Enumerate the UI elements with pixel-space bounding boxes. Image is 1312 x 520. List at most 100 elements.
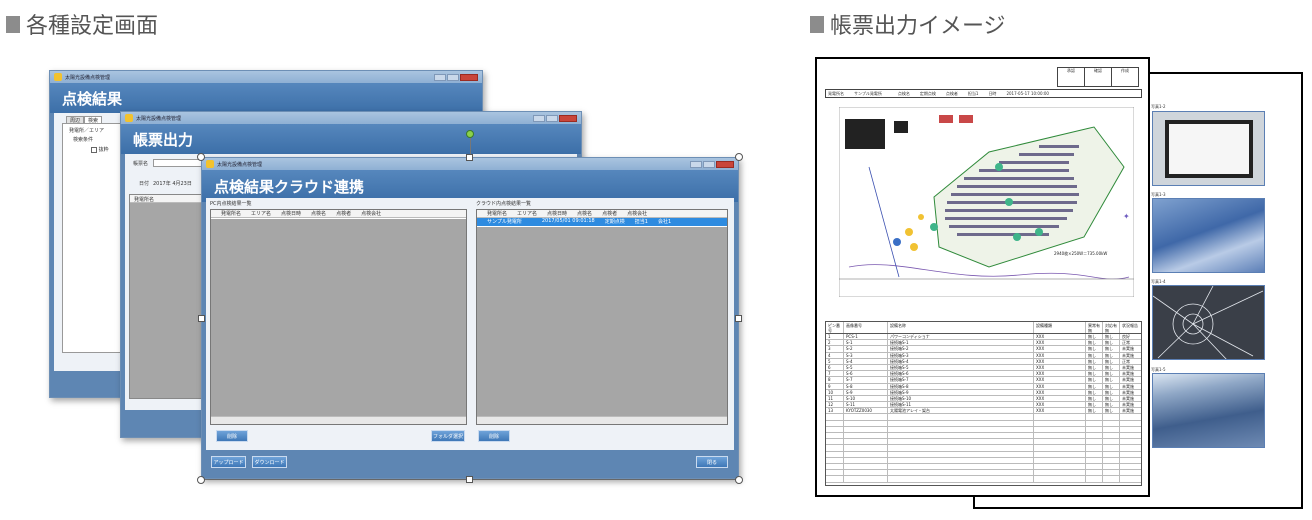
maximize-button[interactable] — [546, 114, 558, 122]
resize-handle[interactable] — [197, 153, 205, 161]
folder-select-button[interactable]: フォルダ選択 — [431, 430, 465, 442]
resize-handle[interactable] — [466, 154, 473, 161]
row-datetime: 2017/05/01 09:01:18 — [541, 218, 595, 224]
cell-status — [1120, 439, 1141, 444]
col-plant: 発電所名 — [221, 211, 242, 217]
close-window-button[interactable] — [559, 114, 577, 122]
cloud-results-table[interactable]: 発電所名 エリア名 点検日時 点検名 点検者 点検会社 サンプル発電所 2017… — [476, 209, 728, 425]
resize-handle[interactable] — [198, 315, 205, 322]
pc-results-table[interactable]: 発電所名 エリア名 点検日時 点検名 点検者 点検会社 — [210, 209, 467, 425]
cell-type: XXX — [1034, 377, 1086, 383]
cell-status — [1120, 464, 1141, 469]
minimize-button[interactable] — [533, 114, 545, 122]
cloud-sync-window: 太陽光設備点検管理 点検結果クラウド連携 PC内点検結果一覧 発電所名 エリア名… — [201, 157, 739, 479]
cell-image — [844, 420, 888, 426]
extract-checkbox[interactable]: 抜粋 — [91, 146, 109, 153]
photo-solar-panel — [1152, 198, 1265, 273]
resize-handle[interactable] — [466, 476, 473, 483]
cell-image — [844, 451, 888, 457]
info-date-label: 日時 — [988, 91, 997, 96]
cell-abnormal: 無し — [1086, 352, 1103, 358]
resize-handle[interactable] — [735, 153, 743, 161]
maximize-button[interactable] — [703, 160, 715, 168]
cell-action: 無し — [1103, 371, 1120, 377]
th-type: 設備種類 — [1034, 322, 1086, 333]
plant-list-header: 発電所名 — [130, 195, 208, 203]
info-date-value: 2017-05-17 10:00:00 — [1006, 91, 1049, 96]
cell-equipment — [888, 445, 1034, 451]
cell-abnormal: 無し — [1086, 402, 1103, 408]
cell-pin — [826, 457, 844, 463]
cell-equipment: 太陽電池アレイ・架台 — [888, 408, 1034, 414]
cell-pin — [826, 470, 844, 476]
resize-handle[interactable] — [735, 476, 743, 484]
app-icon — [125, 114, 133, 122]
cell-action: 無し — [1103, 395, 1120, 402]
cell-pin — [826, 433, 844, 439]
window-controls — [533, 114, 577, 122]
plant-list[interactable]: 発電所名 — [129, 194, 209, 399]
info-plant-value: サンプル発電所 — [854, 91, 882, 96]
minimize-button[interactable] — [690, 160, 702, 168]
download-button[interactable]: ダウンロード — [252, 456, 287, 468]
cell-status: 正常 — [1122, 358, 1130, 364]
cell-pin: 13 — [826, 408, 844, 414]
cloud-delete-button[interactable]: 削除 — [478, 430, 510, 442]
cell-image — [844, 426, 888, 432]
cell-pin — [826, 445, 844, 451]
resize-handle[interactable] — [735, 315, 742, 322]
cell-image: S-5 — [844, 364, 888, 371]
cell-image: S-4 — [844, 358, 888, 364]
cell-pin: 1 — [826, 334, 844, 340]
cell-status: 未実施 — [1122, 364, 1134, 370]
cell-type — [1034, 439, 1086, 445]
cell-abnormal — [1086, 414, 1103, 420]
close-window-button[interactable] — [460, 73, 478, 81]
cell-pin: 10 — [826, 389, 844, 395]
row-inspector: 担当1 — [634, 219, 648, 225]
window-title: 太陽光設備点検管理 — [65, 74, 111, 81]
cell-type: XXX — [1034, 395, 1086, 402]
cell-image: S-6 — [844, 371, 888, 377]
info-inspection-value: 定期点検 — [919, 91, 936, 96]
cell-image — [844, 463, 888, 470]
row-inspection: 定期点検 — [604, 219, 625, 225]
photo-label: 写真1-2 — [1151, 104, 1166, 109]
cell-image: S-3 — [844, 352, 888, 358]
cloud-table-scrollbar[interactable] — [477, 416, 727, 424]
maximize-button[interactable] — [447, 73, 459, 81]
cell-equipment — [888, 414, 1034, 420]
info-plant-label: 発電所名 — [828, 91, 844, 96]
minimize-button[interactable] — [434, 73, 446, 81]
table-row[interactable]: サンプル発電所 2017/05/01 09:01:18 定期点検 担当1 会社1 — [477, 218, 727, 226]
cell-status — [1120, 427, 1141, 432]
close-button[interactable]: 閉る — [696, 456, 728, 468]
cell-action — [1103, 451, 1120, 457]
cell-equipment — [888, 451, 1034, 457]
cell-pin — [826, 439, 844, 445]
cell-type — [1034, 463, 1086, 470]
site-map-svg: 2940枚×250W＝735.00kW ✦ — [838, 106, 1135, 298]
report-info-row: 発電所名 サンプル発電所 点検名 定期点検 点検者 担当1 日時 2017-05… — [825, 89, 1142, 98]
cell-abnormal: 無し — [1086, 389, 1103, 395]
cell-image — [844, 414, 888, 420]
date-value[interactable]: 2017年 4月23日 — [153, 180, 192, 187]
cell-equipment: 接続箱S-5 — [888, 364, 1034, 371]
upload-button[interactable]: アップロード — [211, 456, 246, 468]
pc-table-scrollbar[interactable] — [211, 416, 466, 424]
resize-handle[interactable] — [197, 476, 205, 484]
cell-abnormal — [1086, 445, 1103, 451]
pc-delete-button[interactable]: 削除 — [216, 430, 248, 442]
close-window-button[interactable] — [716, 160, 734, 168]
approval-stamp-box: 承認 確認 作成 — [1057, 67, 1139, 87]
svg-text:✦: ✦ — [1123, 212, 1130, 221]
cell-equipment — [888, 439, 1034, 445]
date-label: 日付 — [139, 181, 150, 187]
cell-type — [1034, 426, 1086, 432]
cell-equipment: 接続箱S-10 — [888, 395, 1034, 402]
cell-type: XXX — [1034, 383, 1086, 389]
rotate-handle[interactable] — [466, 130, 474, 138]
cell-pin — [826, 426, 844, 432]
col-area: エリア名 — [251, 211, 272, 217]
cell-action: 無し — [1103, 334, 1120, 340]
